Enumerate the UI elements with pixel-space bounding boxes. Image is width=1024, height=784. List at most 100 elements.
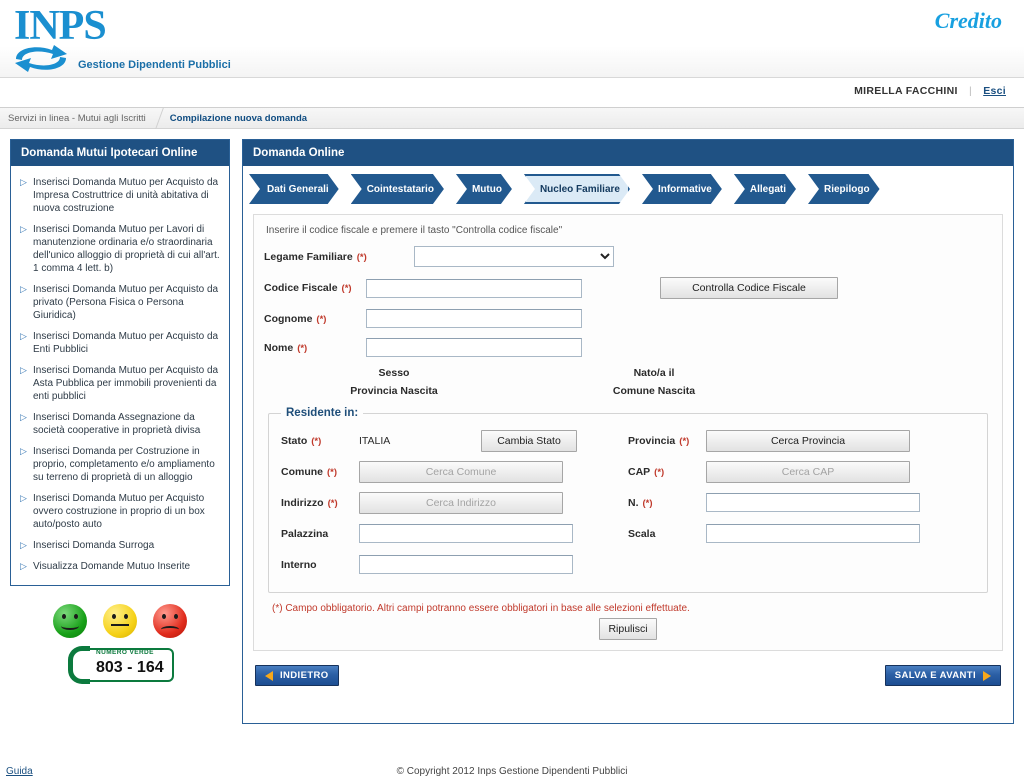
codice-fiscale-input[interactable]	[366, 278, 582, 298]
step-riepilogo[interactable]: Riepilogo	[808, 174, 880, 204]
breadcrumb: Servizi in linea - Mutui agli Iscritti C…	[0, 107, 1024, 129]
triangle-bullet-icon: ▷	[20, 224, 27, 234]
codice-fiscale-label: Codice Fiscale (*)	[264, 282, 352, 294]
stato-value: ITALIA	[359, 434, 391, 447]
interno-input[interactable]	[359, 555, 573, 574]
green-number-widget: NUMERO VERDE 803 - 164	[66, 646, 174, 684]
numero-label: N. (*)	[628, 496, 653, 509]
triangle-bullet-icon: ▷	[20, 446, 27, 456]
sidebar-item-assegnazione-cooperative[interactable]: ▷ Inserisci Domanda Assegnazione da soci…	[17, 407, 223, 441]
logo-tagline: Gestione Dipendenti Pubblici	[78, 59, 231, 71]
logout-link[interactable]: Esci	[983, 85, 1006, 97]
sidebar-title: Domanda Mutui Ipotecari Online	[11, 140, 229, 166]
sidebar: Domanda Mutui Ipotecari Online ▷ Inseris…	[10, 139, 230, 724]
sidebar-item-acquisto-impresa[interactable]: ▷ Inserisci Domanda Mutuo per Acquisto d…	[17, 172, 223, 219]
residenza-fieldset: Residente in: Stato (*) ITALIA Cambia Sta…	[268, 407, 988, 593]
main-content: Domanda Online Dati Generali Cointestata…	[242, 139, 1014, 724]
sidebar-item-label: Inserisci Domanda Mutuo per Lavori di ma…	[33, 224, 220, 274]
cap-label: CAP (*)	[628, 465, 665, 478]
guida-link[interactable]: Guida	[6, 766, 33, 777]
field-row-indirizzo: Indirizzo (*) Cerca Indirizzo	[281, 487, 628, 518]
user-name: MIRELLA FACCHINI	[854, 85, 958, 97]
cerca-indirizzo-button[interactable]: Cerca Indirizzo	[359, 491, 563, 514]
sidebar-item-surroga[interactable]: ▷ Inserisci Domanda Surroga	[17, 535, 223, 556]
cognome-input[interactable]	[366, 309, 582, 328]
smiley-sad-icon[interactable]	[153, 604, 187, 638]
readonly-row-sesso-nato: Sesso Nato/a il	[264, 367, 992, 379]
palazzina-input[interactable]	[359, 524, 573, 543]
controlla-codice-fiscale-button[interactable]: Controlla Codice Fiscale	[660, 277, 838, 299]
sidebar-item-label: Inserisci Domanda Mutuo per Acquisto ovv…	[33, 493, 205, 530]
sidebar-item-asta-pubblica[interactable]: ▷ Inserisci Domanda Mutuo per Acquisto d…	[17, 360, 223, 407]
user-separator: |	[968, 85, 972, 97]
breadcrumb-current: Compilazione nuova domanda	[169, 112, 308, 124]
required-fields-note: (*) Campo obbligatorio. Altri campi potr…	[272, 603, 690, 614]
smiley-neutral-icon[interactable]	[103, 604, 137, 638]
sidebar-item-label: Inserisci Domanda Mutuo per Acquisto da …	[33, 177, 219, 214]
step-label: Cointestatario	[366, 183, 434, 195]
form-hint: Inserire il codice fiscale e premere il …	[266, 225, 563, 236]
field-row-numero: N. (*)	[628, 487, 975, 518]
residenza-left-column: Stato(*) ITALIA Cambia Stato Comune(*)	[281, 425, 628, 580]
cerca-provincia-button[interactable]: Cerca Provincia	[706, 429, 910, 452]
sesso-label: Sesso	[378, 367, 410, 379]
step-dati-generali[interactable]: Dati Generali	[249, 174, 339, 204]
field-row-scala: Scala	[628, 518, 975, 549]
residenza-legend: Residente in:	[286, 407, 359, 419]
nome-input[interactable]	[366, 338, 582, 357]
sidebar-item-acquisto-enti-pubblici[interactable]: ▷ Inserisci Domanda Mutuo per Acquisto d…	[17, 326, 223, 360]
panel-title: Domanda Online	[243, 140, 1013, 166]
sidebar-item-visualizza-domande[interactable]: ▷ Visualizza Domande Mutuo Inserite	[17, 556, 223, 577]
clear-button-wrap: Ripulisci	[264, 618, 992, 640]
app-label: Credito	[934, 8, 1002, 33]
smiley-happy-icon[interactable]	[53, 604, 87, 638]
arrow-right-icon	[983, 670, 991, 681]
sidebar-item-label: Inserisci Domanda per Costruzione in pro…	[33, 446, 215, 483]
salva-e-avanti-label: SALVA E AVANTI	[894, 670, 976, 681]
sidebar-item-label: Inserisci Domanda Assegnazione da societ…	[33, 412, 201, 436]
stato-label: Stato (*)	[281, 434, 322, 447]
indietro-button[interactable]: INDIETRO	[255, 665, 339, 686]
readonly-row-nascita: Provincia Nascita Comune Nascita	[264, 385, 992, 397]
triangle-bullet-icon: ▷	[20, 177, 27, 187]
sidebar-item-acquisto-privato[interactable]: ▷ Inserisci Domanda Mutuo per Acquisto d…	[17, 279, 223, 326]
field-row-palazzina: Palazzina	[281, 518, 628, 549]
sidebar-item-label: Inserisci Domanda Mutuo per Acquisto da …	[33, 331, 219, 355]
green-number-value: 803 - 164	[96, 659, 164, 676]
residenza-right-column: Provincia (*) Cerca Provincia CAP (*) Cerc…	[628, 425, 975, 580]
cerca-cap-button[interactable]: Cerca CAP	[706, 460, 910, 483]
step-label: Informative	[657, 183, 712, 195]
scala-label: Scala	[628, 527, 656, 540]
step-cointestatario[interactable]: Cointestatario	[351, 174, 444, 204]
green-number-caption: NUMERO VERDE	[96, 649, 154, 656]
ripulisci-button[interactable]: Ripulisci	[599, 618, 657, 640]
step-mutuo[interactable]: Mutuo	[456, 174, 512, 204]
comune-nascita-label: Comune Nascita	[612, 385, 696, 397]
step-label: Allegati	[749, 183, 786, 195]
step-nucleo-familiare[interactable]: Nucleo Familiare	[524, 174, 630, 204]
step-allegati[interactable]: Allegati	[734, 174, 796, 204]
step-label: Mutuo	[471, 183, 502, 195]
numero-civico-input[interactable]	[706, 493, 920, 512]
scala-input[interactable]	[706, 524, 920, 543]
field-row-interno: Interno	[281, 549, 628, 580]
sidebar-list: ▷ Inserisci Domanda Mutuo per Acquisto d…	[11, 166, 229, 585]
legame-familiare-select[interactable]	[414, 246, 614, 267]
salva-e-avanti-button[interactable]: SALVA E AVANTI	[884, 665, 1001, 686]
provincia-label: Provincia (*)	[628, 434, 690, 447]
inps-logo[interactable]: INPS Gestione Dipendenti Pubblici	[8, 4, 308, 76]
sidebar-item-box-auto[interactable]: ▷ Inserisci Domanda Mutuo per Acquisto o…	[17, 488, 223, 535]
cambia-stato-button[interactable]: Cambia Stato	[481, 429, 577, 452]
provincia-nascita-label: Provincia Nascita	[350, 385, 438, 397]
indietro-label: INDIETRO	[280, 670, 329, 681]
comune-label: Comune (*)	[281, 465, 338, 478]
swirl-arrows-icon	[10, 42, 72, 79]
step-label: Riepilogo	[824, 183, 870, 195]
sidebar-item-lavori-manutenzione[interactable]: ▷ Inserisci Domanda Mutuo per Lavori di …	[17, 219, 223, 279]
step-informative[interactable]: Informative	[642, 174, 722, 204]
cerca-comune-button[interactable]: Cerca Comune	[359, 460, 563, 483]
breadcrumb-parent[interactable]: Servizi in linea - Mutui agli Iscritti	[8, 113, 146, 124]
sidebar-item-costruzione-proprio[interactable]: ▷ Inserisci Domanda per Costruzione in p…	[17, 441, 223, 488]
phone-handset-icon	[68, 646, 90, 684]
page-root: INPS Gestione Dipendenti Pubblici Credit…	[0, 0, 1024, 784]
